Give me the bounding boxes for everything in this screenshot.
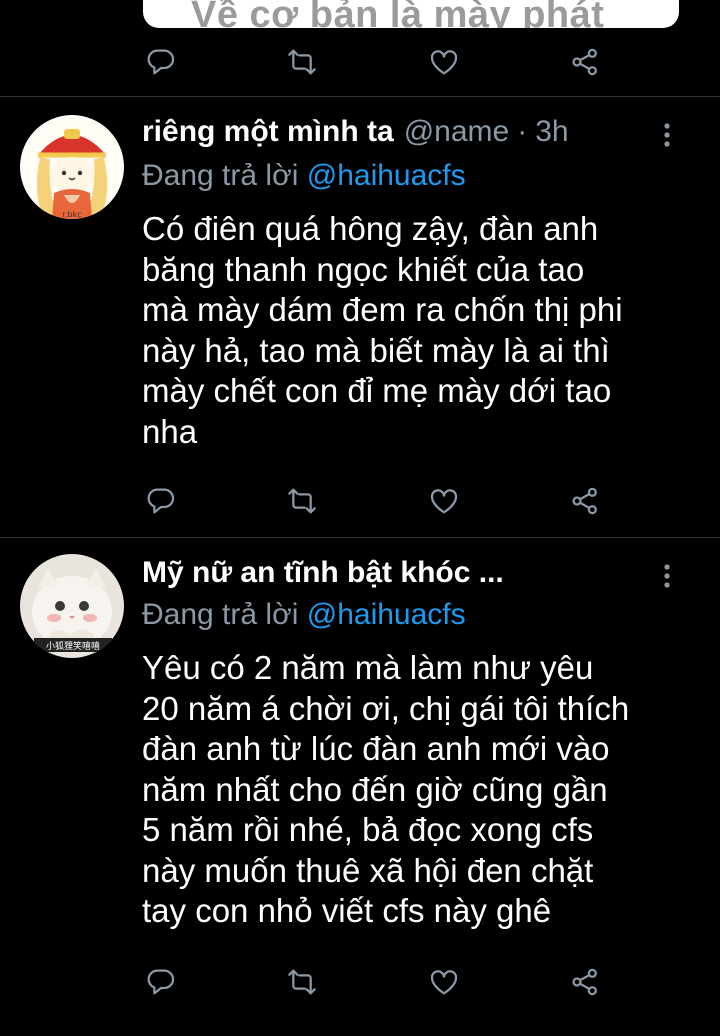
reply-mention-link[interactable]: @haihuacfs — [307, 598, 466, 631]
more-vertical-icon — [664, 564, 670, 588]
avatar[interactable]: 小狐狸笑嘻嘻 — [20, 554, 124, 658]
display-name[interactable]: Mỹ nữ an tĩnh bật khóc ... — [142, 556, 504, 590]
more-options-button[interactable] — [652, 556, 682, 596]
retweet-button[interactable] — [284, 964, 320, 1000]
retweet-icon — [288, 969, 317, 995]
share-button[interactable] — [567, 964, 603, 1000]
reply-icon — [147, 488, 175, 514]
reply-button[interactable] — [143, 483, 179, 519]
reply-button[interactable] — [143, 44, 179, 80]
reply-icon — [147, 969, 175, 995]
avatar[interactable]: r.bkc — [20, 115, 124, 219]
like-icon — [430, 50, 457, 75]
user-handle[interactable]: @name — [404, 115, 510, 149]
tweet-actions — [143, 483, 603, 519]
tweet-header: riêng một mình ta @name · 3h — [142, 115, 569, 155]
avatar-image: r.bkc — [20, 115, 124, 219]
previous-tweet: Về cơ bản là mày phát — [0, 0, 720, 96]
more-vertical-icon — [664, 123, 670, 147]
avatar-caption: r.bkc — [62, 210, 81, 219]
share-icon — [572, 968, 597, 996]
retweet-button[interactable] — [284, 483, 320, 519]
like-button[interactable] — [426, 44, 462, 80]
tweet-2[interactable]: 小狐狸笑嘻嘻 Mỹ nữ an tĩnh bật khóc ... Đang t… — [0, 538, 720, 1036]
avatar-caption: 小狐狸笑嘻嘻 — [46, 640, 100, 652]
retweet-button[interactable] — [284, 44, 320, 80]
share-button[interactable] — [567, 44, 603, 80]
more-options-button[interactable] — [652, 115, 682, 155]
retweet-icon — [288, 49, 317, 75]
reply-mention-link[interactable]: @haihuacfs — [307, 159, 466, 192]
quoted-image-card[interactable]: Về cơ bản là mày phát — [143, 0, 679, 28]
like-icon — [430, 970, 457, 995]
display-name[interactable]: riêng một mình ta — [142, 115, 394, 149]
separator-dot: · — [517, 115, 528, 148]
tweet-text: Có điên quá hông zậy, đàn anh băng thanh… — [142, 210, 623, 450]
tweet-text: Yêu có 2 năm mà làm như yêu 20 năm á chờ… — [142, 649, 630, 929]
avatar-image: 小狐狸笑嘻嘻 — [20, 554, 124, 658]
quoted-image-text: Về cơ bản là mày phát — [191, 0, 605, 28]
share-icon — [572, 48, 597, 76]
share-button[interactable] — [567, 483, 603, 519]
like-button[interactable] — [426, 483, 462, 519]
reply-button[interactable] — [143, 964, 179, 1000]
tweet-actions — [143, 964, 603, 1000]
timestamp[interactable]: 3h — [535, 115, 568, 149]
reply-icon — [147, 49, 175, 75]
previous-tweet-actions — [143, 44, 603, 80]
like-icon — [430, 489, 457, 514]
like-button[interactable] — [426, 964, 462, 1000]
tweet-1[interactable]: r.bkc riêng một mình ta @name · 3h Đang … — [0, 97, 720, 537]
reply-context: Đang trả lời @haihuacfs — [142, 598, 466, 632]
retweet-icon — [288, 488, 317, 514]
share-icon — [572, 487, 597, 515]
reply-prefix: Đang trả lời — [142, 598, 299, 631]
tweet-header: Mỹ nữ an tĩnh bật khóc ... — [142, 556, 504, 596]
reply-context: Đang trả lời @haihuacfs — [142, 159, 466, 193]
reply-prefix: Đang trả lời — [142, 159, 299, 192]
